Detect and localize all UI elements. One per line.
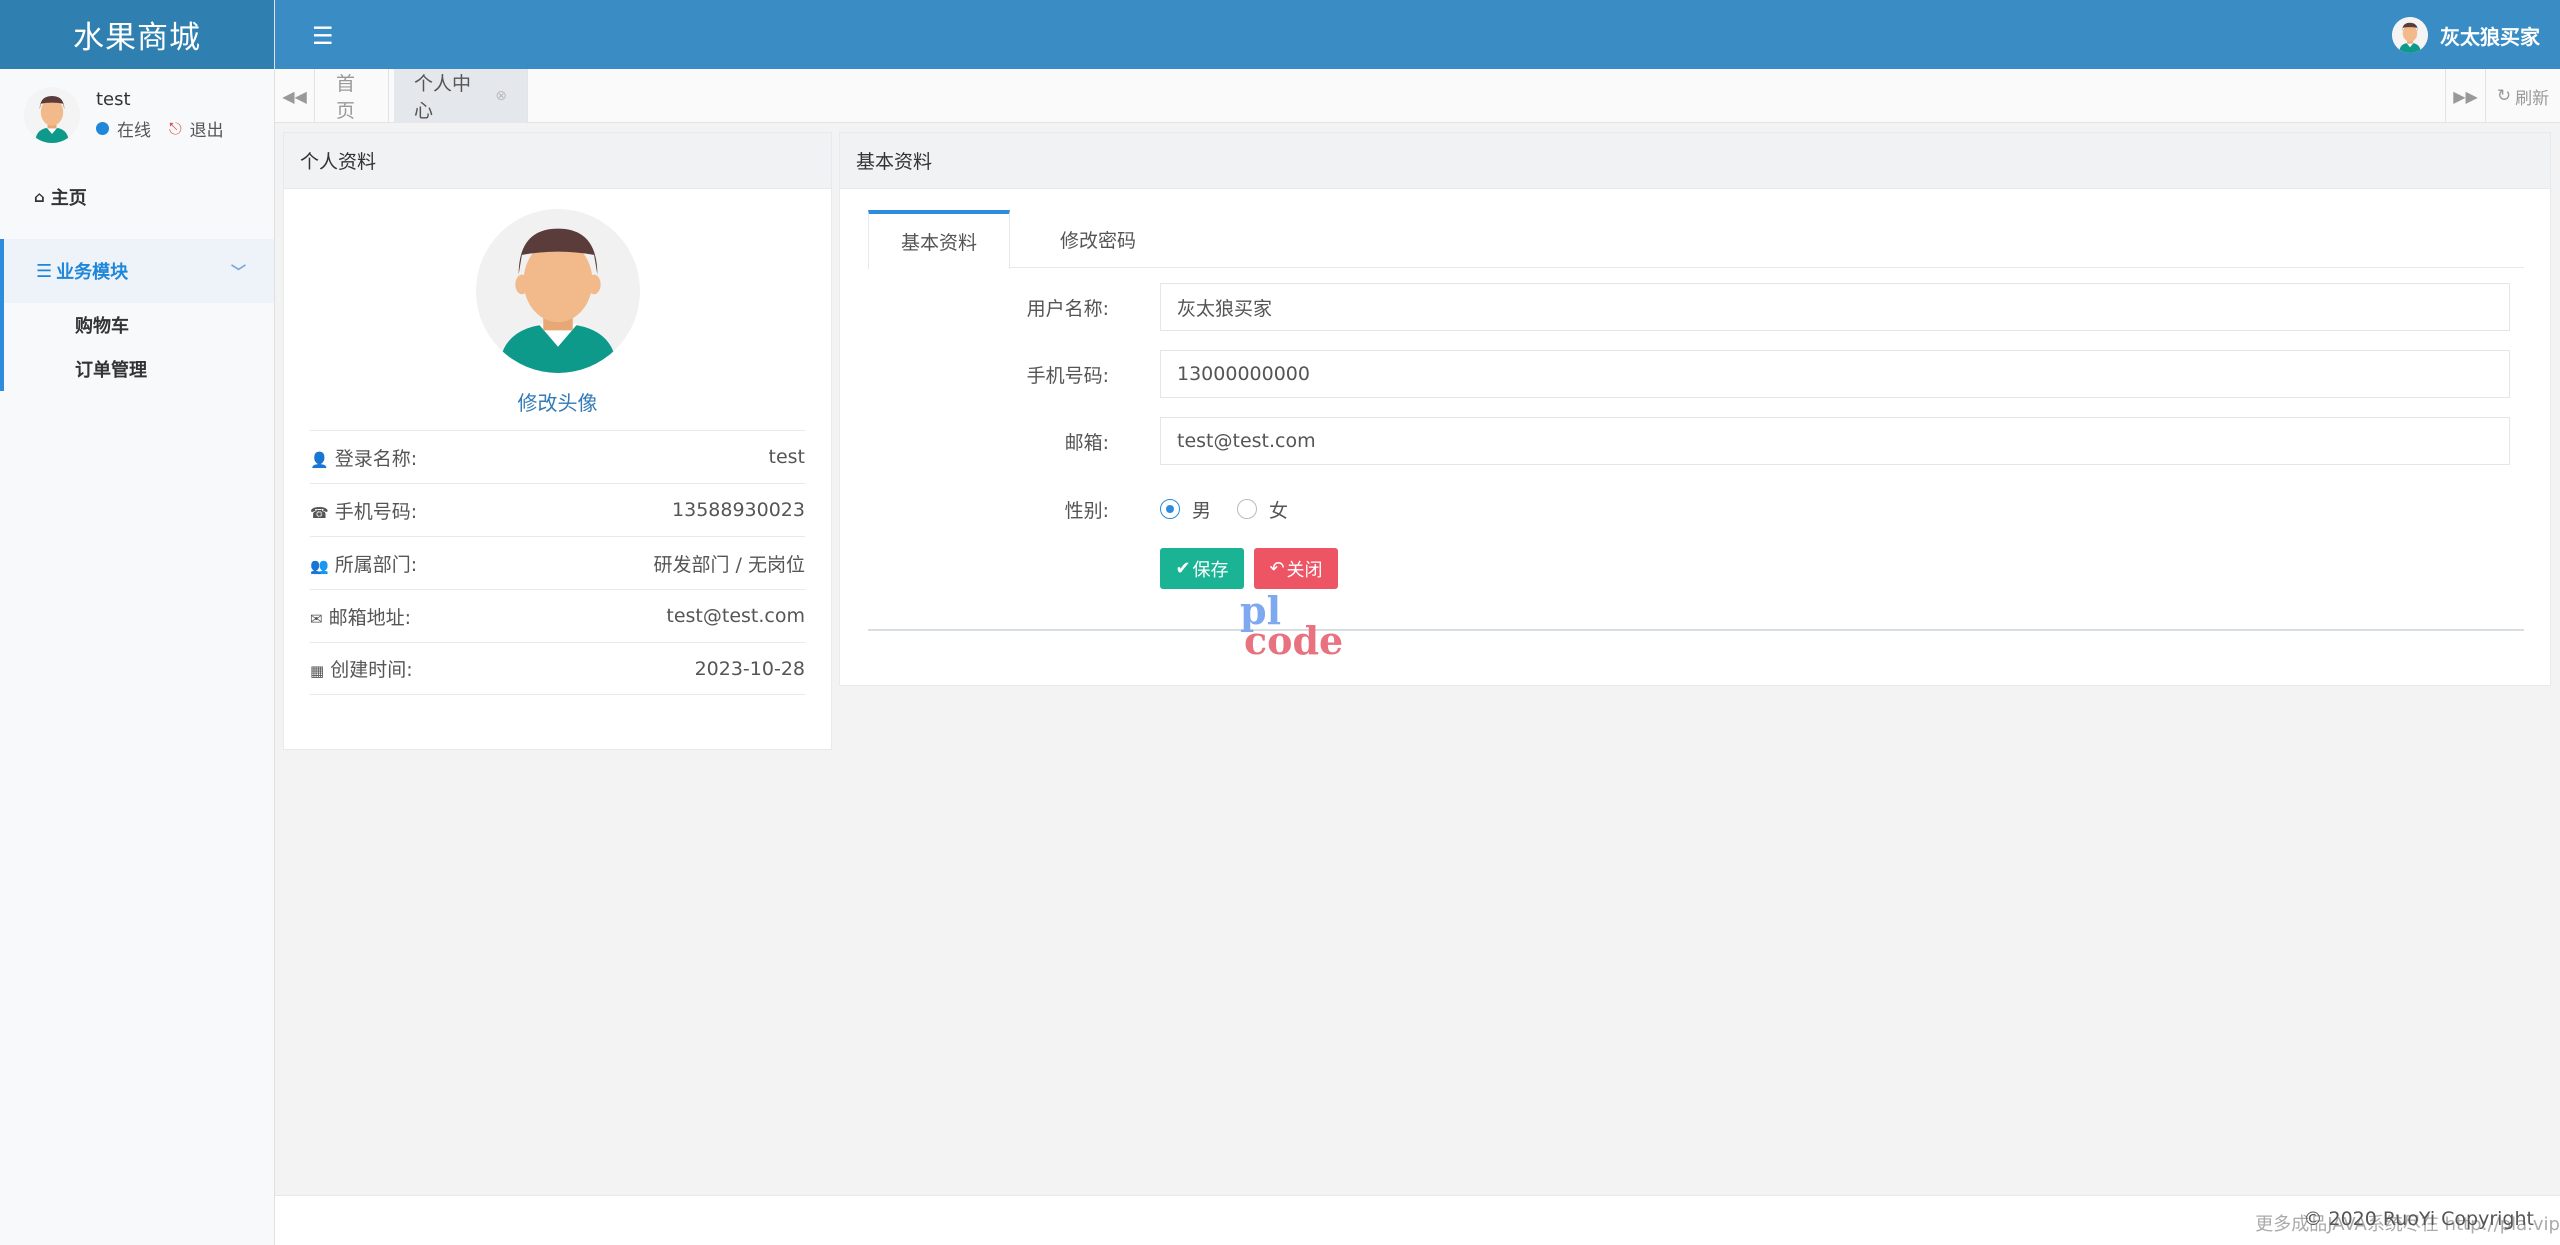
info-value: test bbox=[768, 446, 806, 468]
top-navbar: ☰ 灰太狼买家 bbox=[275, 0, 2560, 69]
close-button[interactable]: ↶ 关闭 bbox=[1254, 548, 1338, 589]
sidebar-item-business-module[interactable]: ☰ 业务模块 ﹀ bbox=[0, 239, 274, 303]
form-divider bbox=[868, 629, 2524, 631]
sidebar-item-cart[interactable]: 购物车 bbox=[4, 303, 274, 347]
phone-input[interactable]: 13000000000 bbox=[1160, 350, 2510, 398]
panel-title: 基本资料 bbox=[840, 133, 2550, 189]
info-label: 邮箱地址: bbox=[328, 606, 411, 629]
bars-icon: ☰ bbox=[36, 260, 53, 282]
menu-toggle-icon[interactable]: ☰ bbox=[312, 22, 334, 50]
username-input[interactable]: 灰太狼买家 bbox=[1160, 283, 2510, 331]
phone-label: 手机号码: bbox=[1026, 364, 1109, 387]
copyright-text: © 2020 RuoYi Copyright bbox=[2303, 1208, 2534, 1230]
username-row: 用户名称: 灰太狼买家 bbox=[840, 283, 2552, 331]
gender-female-label[interactable]: 女 bbox=[1269, 496, 1288, 523]
calendar-icon: ▦ bbox=[310, 662, 325, 680]
page-tabbar: ◀◀ 首页 个人中心 ⊗ ▶▶ ↻ 刷新 bbox=[275, 69, 2560, 123]
profile-avatar[interactable] bbox=[475, 209, 640, 373]
profile-info-list: 👤 登录名称: test ☎ 手机号码: 13588930023 👥 所属部门: 研发… bbox=[310, 430, 805, 695]
user-icon: 👤 bbox=[310, 450, 329, 469]
gender-radio-group: 男 女 bbox=[1160, 496, 1288, 523]
gender-male-label[interactable]: 男 bbox=[1192, 496, 1211, 523]
home-icon: ⌂ bbox=[34, 188, 45, 206]
sidebar-item-label: 主页 bbox=[50, 188, 87, 209]
user-name: test bbox=[96, 89, 131, 110]
chevron-down-icon: ﹀ bbox=[230, 263, 246, 281]
list-item: 👤 登录名称: test bbox=[310, 430, 805, 483]
refresh-icon: ↻ bbox=[2496, 86, 2512, 106]
gender-male-radio[interactable] bbox=[1160, 499, 1180, 519]
email-row: 邮箱: test@test.com bbox=[840, 417, 2552, 465]
tab-basic-info[interactable]: 基本资料 bbox=[868, 210, 1010, 269]
info-value: 2023-10-28 bbox=[694, 657, 805, 680]
info-label: 所属部门: bbox=[334, 553, 418, 576]
info-value: 13588930023 bbox=[672, 499, 805, 521]
info-label: 手机号码: bbox=[334, 500, 418, 523]
refresh-label: 刷新 bbox=[2515, 88, 2550, 109]
scroll-left-icon[interactable]: ◀◀ bbox=[275, 69, 315, 123]
gender-label: 性别: bbox=[1064, 499, 1109, 522]
gender-row: 性别: 男 女 bbox=[840, 485, 2552, 533]
sidebar-item-label: 业务模块 bbox=[56, 262, 129, 283]
panel-title: 个人资料 bbox=[284, 133, 831, 189]
tab-label: 个人中心 bbox=[414, 73, 472, 122]
username-label: 用户名称: bbox=[1026, 297, 1109, 320]
online-label: 在线 bbox=[117, 121, 151, 141]
pl-code-watermark-logo: pl code bbox=[1240, 592, 1344, 663]
top-user-menu[interactable]: 灰太狼买家 bbox=[2392, 17, 2540, 53]
user-status: 在线 ⎋ 退出 bbox=[96, 116, 224, 141]
watermark-bottom: code bbox=[1244, 618, 1344, 663]
close-label: 关闭 bbox=[1286, 559, 1323, 581]
profile-panel: 个人资料 修改头像 👤 登录名称: test ☎ 手机号码: 13588930023… bbox=[283, 132, 832, 750]
refresh-button[interactable]: ↻ 刷新 bbox=[2485, 69, 2560, 123]
user-avatar[interactable] bbox=[24, 87, 80, 143]
users-icon: 👥 bbox=[310, 556, 329, 575]
user-panel: test 在线 ⎋ 退出 bbox=[0, 69, 274, 157]
online-dot-icon bbox=[96, 122, 109, 135]
info-value: 研发部门 / 无岗位 bbox=[653, 553, 805, 576]
top-user-name: 灰太狼买家 bbox=[2440, 24, 2540, 49]
sidebar-submenu: 购物车 订单管理 bbox=[0, 303, 274, 391]
phone-row: 手机号码: 13000000000 bbox=[840, 350, 2552, 398]
close-tab-icon[interactable]: ⊗ bbox=[495, 88, 507, 104]
sidebar: 水果商城 test 在线 ⎋ 退出 ⌂ 主页 ☰ 业务模块 ﹀ 购物车 订单管理 bbox=[0, 0, 275, 1245]
phone-icon: ☎ bbox=[310, 503, 329, 522]
footer bbox=[275, 1195, 2560, 1245]
top-user-avatar bbox=[2392, 17, 2428, 53]
sidebar-item-home[interactable]: ⌂ 主页 bbox=[0, 169, 274, 225]
sign-out-icon[interactable]: ⎋ bbox=[169, 119, 182, 139]
email-input[interactable]: test@test.com bbox=[1160, 417, 2510, 465]
list-item: ☎ 手机号码: 13588930023 bbox=[310, 483, 805, 536]
envelope-icon: ✉ bbox=[310, 609, 323, 628]
save-label: 保存 bbox=[1192, 559, 1229, 581]
scroll-right-icon[interactable]: ▶▶ bbox=[2445, 69, 2485, 123]
reply-icon: ↶ bbox=[1269, 558, 1285, 579]
basic-info-panel: 基本资料 基本资料 修改密码 用户名称: 灰太狼买家 手机号码: 1300000… bbox=[839, 132, 2551, 686]
tab-personal-center[interactable]: 个人中心 ⊗ bbox=[394, 69, 528, 123]
info-value: test@test.com bbox=[666, 605, 805, 627]
list-item: 👥 所属部门: 研发部门 / 无岗位 bbox=[310, 536, 805, 589]
email-label: 邮箱: bbox=[1064, 431, 1109, 454]
gender-female-radio[interactable] bbox=[1237, 499, 1258, 519]
save-button[interactable]: ✔ 保存 bbox=[1160, 548, 1244, 589]
brand-logo[interactable]: 水果商城 bbox=[0, 0, 274, 69]
info-label: 创建时间: bbox=[330, 659, 413, 681]
change-avatar-link[interactable]: 修改头像 bbox=[284, 387, 831, 416]
list-item: ✉ 邮箱地址: test@test.com bbox=[310, 589, 805, 642]
sidebar-item-orders[interactable]: 订单管理 bbox=[4, 347, 274, 391]
form-tabs: 基本资料 修改密码 bbox=[868, 210, 2524, 269]
tab-change-password[interactable]: 修改密码 bbox=[1028, 210, 1168, 268]
logout-link[interactable]: 退出 bbox=[190, 116, 224, 141]
info-label: 登录名称: bbox=[334, 447, 418, 470]
tab-home[interactable]: 首页 bbox=[316, 69, 389, 123]
list-item: ▦ 创建时间: 2023-10-28 bbox=[310, 642, 805, 695]
check-icon: ✔ bbox=[1175, 558, 1191, 579]
